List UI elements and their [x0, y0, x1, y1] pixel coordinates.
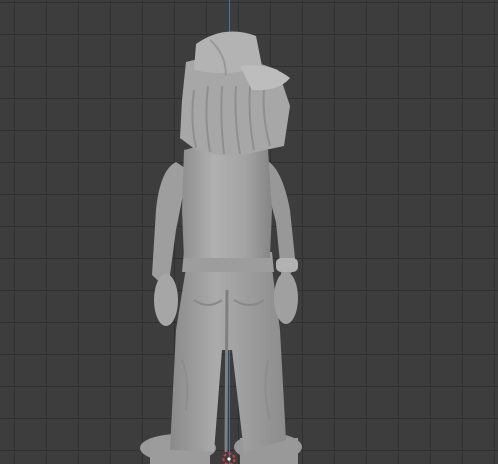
shirt [182, 144, 272, 258]
pants [170, 268, 286, 453]
3d-viewport[interactable] [0, 0, 498, 464]
character-model[interactable] [0, 0, 498, 464]
3d-cursor-icon[interactable] [222, 452, 236, 464]
